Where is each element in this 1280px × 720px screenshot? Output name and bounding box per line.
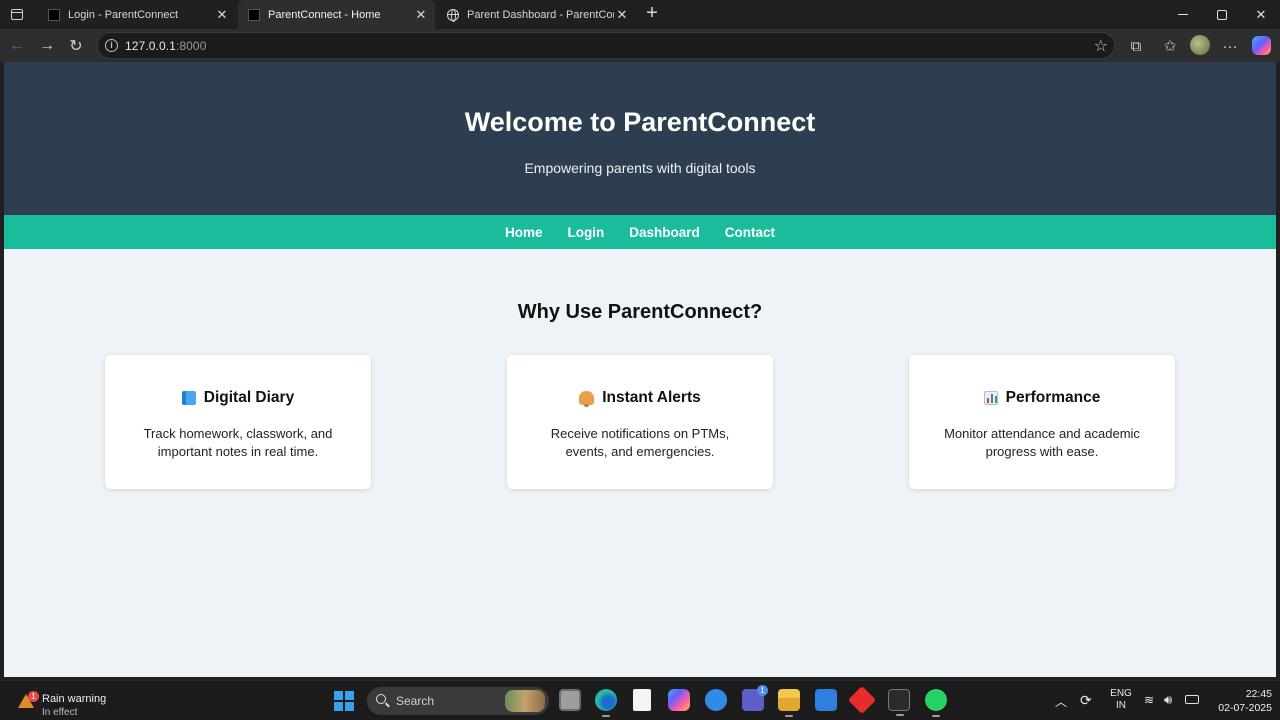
search-placeholder: Search [396,694,435,708]
weather-widget[interactable]: 1 Rain warning In effect [16,687,136,718]
maximize-button[interactable] [1203,0,1241,29]
arrow-left-icon: ← [9,37,25,54]
wifi-icon[interactable]: ≋ [1144,693,1154,720]
show-hidden-icons-button[interactable]: ︿ [1055,693,1067,720]
minimize-icon [1178,14,1188,15]
microsoft-store-icon[interactable] [815,689,837,711]
favorite-star-icon[interactable]: ☆ [1094,36,1108,56]
bar-chart-icon [983,391,998,405]
start-button[interactable] [334,691,354,711]
globe-icon [447,8,459,22]
language-indicator[interactable]: ENG IN [1110,688,1132,720]
terminal-icon[interactable] [888,689,910,716]
browser-tab-strip: Login - ParentConnect ✕ ParentConnect - … [0,0,1280,29]
whatsapp-icon[interactable] [925,689,947,717]
feature-title: Performance [909,389,1175,407]
minimize-button[interactable] [1164,0,1202,29]
forward-button[interactable]: → [34,33,60,59]
feature-description: Track homework, classwork, and important… [143,426,333,459]
feature-title-text: Digital Diary [203,389,295,406]
url-port: :8000 [175,39,207,53]
profile-avatar[interactable] [1190,35,1210,55]
search-icon [376,694,386,704]
windows-taskbar: 1 Rain warning In effect Search 1 ︿ ⟳ EN… [0,680,1280,720]
feature-title-text: Instant Alerts [602,389,701,406]
edge-browser-icon[interactable] [595,689,617,717]
url-text[interactable]: 127.0.0.1:8000 [125,39,206,53]
file-explorer-icon[interactable] [778,689,800,717]
close-icon[interactable]: ✕ [413,7,429,23]
extensions-icon[interactable]: ⧉ [1123,33,1149,59]
nav-link-login[interactable]: Login [568,225,605,240]
tab-title: ParentConnect - Home [268,8,381,21]
blue-book-icon [181,391,196,405]
tab-actions-icon [11,8,23,20]
back-button[interactable]: ← [4,33,30,59]
black-square-icon [48,8,60,21]
weather-title: Rain warning [42,693,107,705]
refresh-icon: ↻ [69,38,83,55]
site-info-icon[interactable]: i [105,39,118,52]
notepad-icon[interactable] [633,689,651,711]
close-icon[interactable]: ✕ [614,7,630,23]
weather-status: In effect [42,707,78,718]
feature-description: Receive notifications on PTMs, events, a… [550,426,730,459]
region-code: IN [1116,700,1126,711]
feature-title: Instant Alerts [507,389,773,407]
page-title: Welcome to ParentConnect [464,107,816,137]
more-menu-icon[interactable]: ··· [1217,33,1243,59]
maximize-icon [1217,9,1227,20]
notification-badge: 1 [28,691,39,702]
black-square-icon [248,8,260,21]
anydesk-icon[interactable] [847,685,877,715]
volume-icon[interactable]: 🔊︎ [1164,692,1172,720]
copilot-icon[interactable] [1252,36,1271,55]
web-page: Welcome to ParentConnect Empowering pare… [4,62,1276,677]
copilot-app-icon[interactable] [668,689,690,711]
bell-icon [579,391,595,407]
battery-icon[interactable] [1185,695,1199,704]
system-clock[interactable]: 22:45 02-07-2025 [1208,687,1272,715]
taskbar-search[interactable]: Search [367,687,549,715]
feature-title: Digital Diary [105,389,371,407]
help-icon[interactable] [705,689,727,711]
sync-icon[interactable]: ⟳ [1080,692,1092,720]
browser-tab-dashboard[interactable]: Parent Dashboard - ParentConnect ✕ [437,0,636,29]
browser-tab-login[interactable]: Login - ParentConnect ✕ [38,0,236,29]
teams-icon[interactable]: 1 [742,685,768,711]
task-view-icon[interactable] [559,689,581,711]
favorites-icon[interactable]: ✩ [1157,33,1183,59]
arrow-right-icon: → [39,37,55,54]
address-bar[interactable]: i 127.0.0.1:8000 ☆ [97,32,1115,59]
nav-link-dashboard[interactable]: Dashboard [629,225,700,240]
section-title: Why Use ParentConnect? [517,301,763,323]
clock-time: 22:45 [1245,688,1272,700]
feature-card-digital-diary: Digital Diary Track homework, classwork,… [105,355,371,489]
url-host: 127.0.0.1 [125,39,176,53]
main-nav: Home Login Dashboard Contact [4,215,1276,249]
close-window-button[interactable]: ✕ [1242,0,1280,29]
hero-header: Welcome to ParentConnect Empowering pare… [4,62,1276,215]
new-tab-button[interactable]: + [641,3,663,25]
clock-date: 02-07-2025 [1218,702,1272,714]
browser-toolbar: ← → ↻ i 127.0.0.1:8000 ☆ ⧉ ✩ ··· [0,29,1280,62]
page-subtitle: Empowering parents with digital tools [524,160,756,176]
notification-badge: 1 [757,685,768,696]
close-icon[interactable]: ✕ [214,7,230,23]
search-highlight-image [505,690,545,712]
windows-logo-icon [334,691,343,700]
feature-card-instant-alerts: Instant Alerts Receive notifications on … [507,355,773,489]
language-code: ENG [1110,688,1132,699]
feature-title-text: Performance [1005,389,1101,406]
browser-tab-home[interactable]: ParentConnect - Home ✕ [238,0,435,29]
feature-description: Monitor attendance and academic progress… [944,426,1140,459]
nav-link-contact[interactable]: Contact [725,225,775,240]
tab-actions-button[interactable] [6,5,28,23]
tab-title: Parent Dashboard - ParentConnect [467,8,614,21]
nav-link-home[interactable]: Home [505,225,543,240]
refresh-button[interactable]: ↻ [63,33,89,59]
tab-title: Login - ParentConnect [68,8,179,21]
feature-card-performance: Performance Monitor attendance and acade… [909,355,1175,489]
close-icon: ✕ [1255,6,1267,22]
